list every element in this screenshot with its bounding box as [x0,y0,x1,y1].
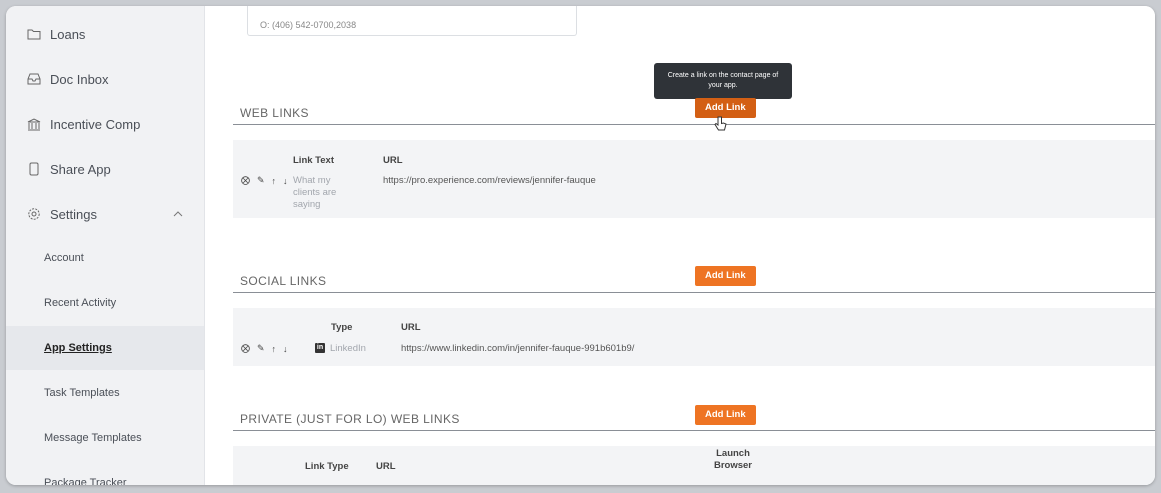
delete-icon[interactable]: ⨂ [241,175,250,186]
contact-card: O: (406) 542-0700,2038 [247,6,577,36]
row-actions: ⨂ ✎ ↑ ↓ [241,343,288,354]
contact-phone: O: (406) 542-0700,2038 [260,20,357,30]
delete-icon[interactable]: ⨂ [241,343,250,354]
row-actions: ⨂ ✎ ↑ ↓ [241,175,288,186]
linkedin-icon: in [315,343,325,354]
column-header-url: URL [383,155,403,166]
divider [233,430,1155,431]
sidebar-item-doc-inbox[interactable]: Doc Inbox [26,71,109,87]
divider [233,124,1155,125]
web-links-title: WEB LINKS [240,106,309,120]
sidebar-subitem-task-templates[interactable]: Task Templates [6,371,204,415]
web-link-text: What my clients are saying [293,175,337,210]
sidebar-item-incentive-comp[interactable]: Incentive Comp [26,116,140,132]
sidebar: Loans Doc Inbox Incentive Comp Share App… [6,6,205,485]
web-links-add-button[interactable]: Add Link [695,98,756,118]
web-links-table [233,140,1155,218]
column-header-launch-browser: Launch Browser [713,448,752,471]
sidebar-item-label: Loans [50,26,86,42]
sidebar-item-share-app[interactable]: Share App [26,161,111,177]
edit-icon[interactable]: ✎ [257,175,265,186]
private-links-add-button[interactable]: Add Link [695,405,756,425]
column-header-link-text: Link Text [293,155,334,166]
bank-icon [26,116,42,132]
sidebar-subitem-message-templates[interactable]: Message Templates [6,416,204,460]
sidebar-item-label: Share App [50,161,111,177]
edit-icon[interactable]: ✎ [257,343,265,354]
social-links-add-button[interactable]: Add Link [695,266,756,286]
inbox-icon [26,71,42,87]
private-links-table [233,446,1155,485]
sidebar-item-label: Settings [50,206,97,222]
sidebar-subitem-package-tracker[interactable]: Package Tracker [6,461,204,485]
sidebar-subitem-account[interactable]: Account [6,236,204,280]
app-window: Loans Doc Inbox Incentive Comp Share App… [6,6,1155,485]
divider [233,292,1155,293]
column-header-url: URL [376,461,396,472]
social-link-type-label: LinkedIn [330,343,366,354]
arrow-up-icon[interactable]: ↑ [272,344,277,354]
column-header-link-type: Link Type [305,461,349,472]
arrow-up-icon[interactable]: ↑ [272,176,277,186]
social-links-title: SOCIAL LINKS [240,274,327,288]
arrow-down-icon[interactable]: ↓ [283,344,288,354]
column-header-url: URL [401,322,421,333]
social-link-url[interactable]: https://www.linkedin.com/in/jennifer-fau… [401,343,634,354]
folder-icon [26,26,42,42]
social-links-table [233,308,1155,366]
add-link-tooltip: Create a link on the contact page of you… [654,63,792,104]
sidebar-item-label: Incentive Comp [50,116,141,132]
main-content: O: (406) 542-0700,2038 Create a link on … [205,6,1155,485]
sidebar-subitem-recent-activity[interactable]: Recent Activity [6,281,204,325]
private-links-title: PRIVATE (JUST FOR LO) WEB LINKS [240,412,460,426]
sidebar-item-settings[interactable]: Settings [26,206,97,222]
chevron-up-icon[interactable] [173,208,183,220]
phone-icon [26,161,42,177]
arrow-down-icon[interactable]: ↓ [283,176,288,186]
gear-icon [26,206,42,222]
sidebar-item-loans[interactable]: Loans [26,26,85,42]
sidebar-item-label: Doc Inbox [50,71,109,87]
hand-cursor-icon [713,116,727,137]
column-header-type: Type [331,322,353,333]
sidebar-subitem-app-settings[interactable]: App Settings [6,326,204,370]
social-link-type: in LinkedIn [315,343,366,355]
web-link-url[interactable]: https://pro.experience.com/reviews/jenni… [383,175,596,186]
